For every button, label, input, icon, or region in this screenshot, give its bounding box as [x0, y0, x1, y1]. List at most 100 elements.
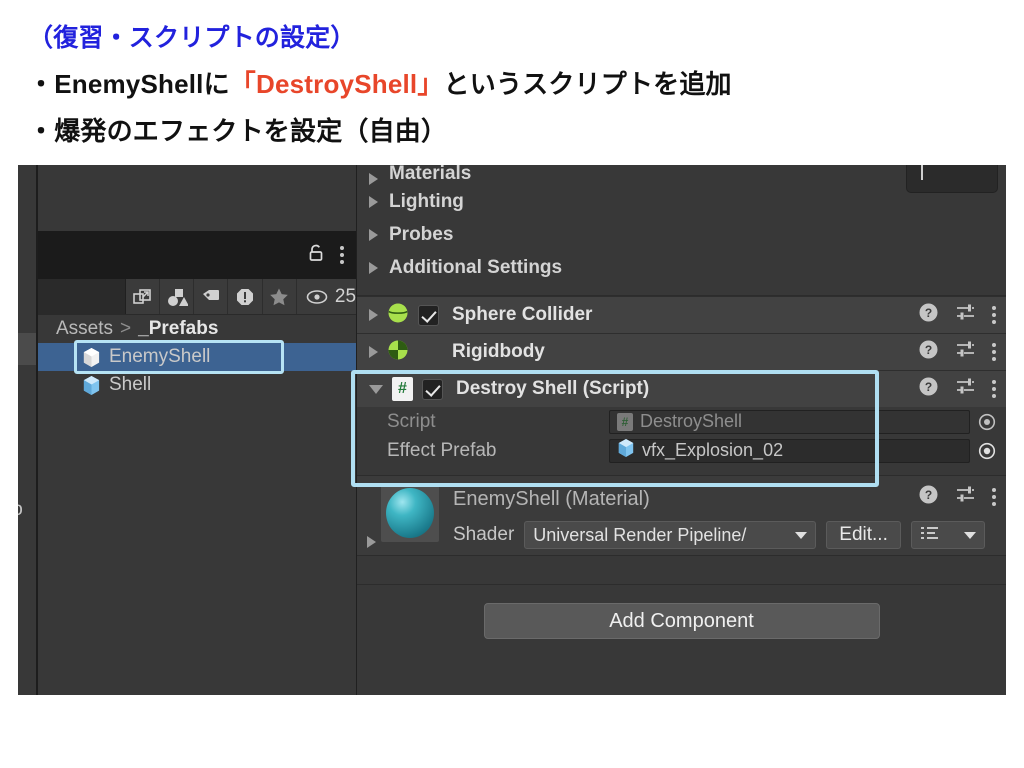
chevron-right-icon	[369, 173, 378, 185]
chevron-down-icon[interactable]	[369, 384, 383, 394]
svg-text:?: ?	[925, 488, 932, 502]
preset-list-icon	[920, 525, 940, 546]
edit-shader-button[interactable]: Edit...	[826, 521, 901, 549]
foldout-additional-settings[interactable]: Additional Settings	[357, 251, 1006, 284]
list-item-enemyshell[interactable]: EnemyShell	[38, 343, 356, 371]
visible-count-label: 25	[334, 285, 357, 307]
eye-icon	[306, 289, 328, 304]
cs-script-icon: #	[617, 412, 633, 431]
component-enabled-checkbox[interactable]	[422, 378, 443, 400]
breadcrumb-separator: >	[120, 318, 132, 339]
inspector-sub-gap	[357, 465, 1006, 475]
project-panel: 25 Assets > _Prefabs EnemyShell Shell	[38, 165, 356, 695]
visible-count[interactable]: 25	[297, 279, 356, 314]
component-title: Destroy Shell (Script)	[456, 378, 650, 399]
list-item-shell[interactable]: Shell	[38, 371, 356, 399]
chevron-down-icon	[795, 531, 808, 539]
foldout-label: Additional Settings	[389, 256, 563, 278]
bullet1-suffix: というスクリプトを追加	[443, 69, 732, 99]
kebab-menu-icon[interactable]	[992, 380, 996, 398]
kebab-menu-icon[interactable]	[340, 246, 344, 264]
chevron-right-icon	[369, 228, 378, 241]
svg-text:?: ?	[925, 343, 932, 357]
inspector-partial-field[interactable]	[906, 165, 998, 193]
object-picker-icon[interactable]	[976, 413, 998, 431]
object-picker-icon[interactable]	[976, 442, 998, 460]
effect-prefab-object-field[interactable]: vfx_Explosion_02	[609, 438, 970, 463]
kebab-menu-icon[interactable]	[992, 343, 996, 361]
cs-script-icon: #	[392, 377, 413, 401]
shapes-filter-icon[interactable]	[160, 279, 195, 314]
chevron-right-icon[interactable]	[369, 346, 378, 358]
property-label: Effect Prefab	[387, 439, 497, 461]
prefab-cube-icon	[82, 375, 101, 396]
component-actions: ?	[918, 297, 996, 333]
shader-dropdown-value: Universal Render Pipeline/	[533, 524, 747, 545]
bullet1-highlight: 「DestroyShell」	[229, 69, 444, 99]
material-preset-dropdown[interactable]	[910, 521, 985, 549]
slide-bullet-2: ・爆発のエフェクトを設定（自由）	[28, 116, 448, 146]
component-title: Rigidbody	[452, 341, 545, 362]
inspector-section-gap	[357, 284, 1006, 296]
unity-editor-screenshot: io	[18, 165, 1006, 695]
foldout-label: Materials	[389, 165, 472, 184]
svg-text:?: ?	[925, 380, 932, 394]
preset-icon[interactable]	[955, 302, 976, 328]
help-icon[interactable]: ?	[918, 339, 939, 365]
chevron-down-icon	[963, 531, 976, 539]
property-row-script: Script # DestroyShell	[357, 407, 1006, 436]
component-enabled-checkbox[interactable]	[418, 304, 439, 326]
breadcrumb-current[interactable]: _Prefabs	[138, 318, 218, 340]
component-header-destroy-shell[interactable]: # Destroy Shell (Script) ?	[357, 370, 1006, 407]
chevron-right-icon[interactable]	[369, 309, 378, 321]
material-preview-block: EnemyShell (Material) Shader Universal R…	[357, 475, 1006, 555]
favorite-filter-icon[interactable]	[263, 279, 297, 314]
slide-bullet-1: ・EnemyShellに「DestroyShell」というスクリプトを追加	[28, 64, 1024, 101]
preset-icon[interactable]	[955, 376, 976, 402]
list-item-label: EnemyShell	[109, 346, 211, 367]
help-icon[interactable]: ?	[918, 376, 939, 402]
add-component-button[interactable]: Add Component	[483, 603, 880, 639]
component-block-destroy-shell: # Destroy Shell (Script) ? Script # Dest…	[351, 370, 1006, 487]
svg-text:?: ?	[925, 306, 932, 320]
add-component-area: Add Component	[357, 585, 1006, 695]
shader-dropdown[interactable]: Universal Render Pipeline/	[524, 521, 817, 549]
lock-icon[interactable]	[306, 243, 326, 268]
kebab-menu-icon[interactable]	[992, 306, 996, 324]
text-caret	[921, 165, 923, 180]
slide-title: （復習・スクリプトの設定）	[28, 24, 356, 52]
foldout-probes[interactable]: Probes	[357, 218, 1006, 251]
preset-icon[interactable]	[955, 484, 976, 510]
breadcrumb: Assets > _Prefabs	[38, 315, 356, 343]
help-icon[interactable]: ?	[918, 484, 939, 510]
preset-icon[interactable]	[955, 339, 976, 365]
component-title: Sphere Collider	[452, 304, 593, 325]
script-object-field[interactable]: # DestroyShell	[609, 409, 970, 434]
component-header-sphere-collider[interactable]: Sphere Collider ?	[357, 296, 1006, 333]
expand-icon[interactable]	[125, 279, 160, 314]
chevron-right-icon	[369, 195, 378, 208]
kebab-menu-icon[interactable]	[992, 488, 996, 506]
chevron-right-icon[interactable]	[367, 536, 376, 548]
shader-label: Shader	[453, 524, 515, 545]
project-toolbar: 25	[38, 279, 356, 315]
search-input[interactable]	[38, 279, 126, 314]
material-top-row: EnemyShell (Material) Shader Universal R…	[357, 476, 1006, 549]
component-header-rigidbody[interactable]: Rigidbody ?	[357, 333, 1006, 370]
property-value: vfx_Explosion_02	[642, 440, 784, 460]
breadcrumb-root[interactable]: Assets	[56, 318, 113, 340]
bullet1-prefix: ・EnemyShellに	[28, 69, 230, 99]
warning-filter-icon[interactable]	[228, 279, 263, 314]
material-preview-thumbnail[interactable]	[381, 484, 439, 542]
rigidbody-icon	[387, 339, 409, 366]
left-cutoff-strip: io	[18, 165, 36, 695]
prefab-cube-icon	[82, 347, 101, 368]
slide-heading: （復習・スクリプトの設定） ・EnemyShellに「DestroyShell」…	[0, 0, 1024, 148]
inspector-panel: Materials Lighting Probes Additional Set…	[351, 165, 1006, 695]
property-value: DestroyShell	[640, 411, 743, 431]
component-actions: ?	[918, 334, 996, 370]
project-panel-titlebar	[38, 231, 356, 279]
label-filter-icon[interactable]	[194, 279, 229, 314]
help-icon[interactable]: ?	[918, 302, 939, 328]
shader-row: Shader Universal Render Pipeline/ Edit..…	[453, 521, 1006, 549]
